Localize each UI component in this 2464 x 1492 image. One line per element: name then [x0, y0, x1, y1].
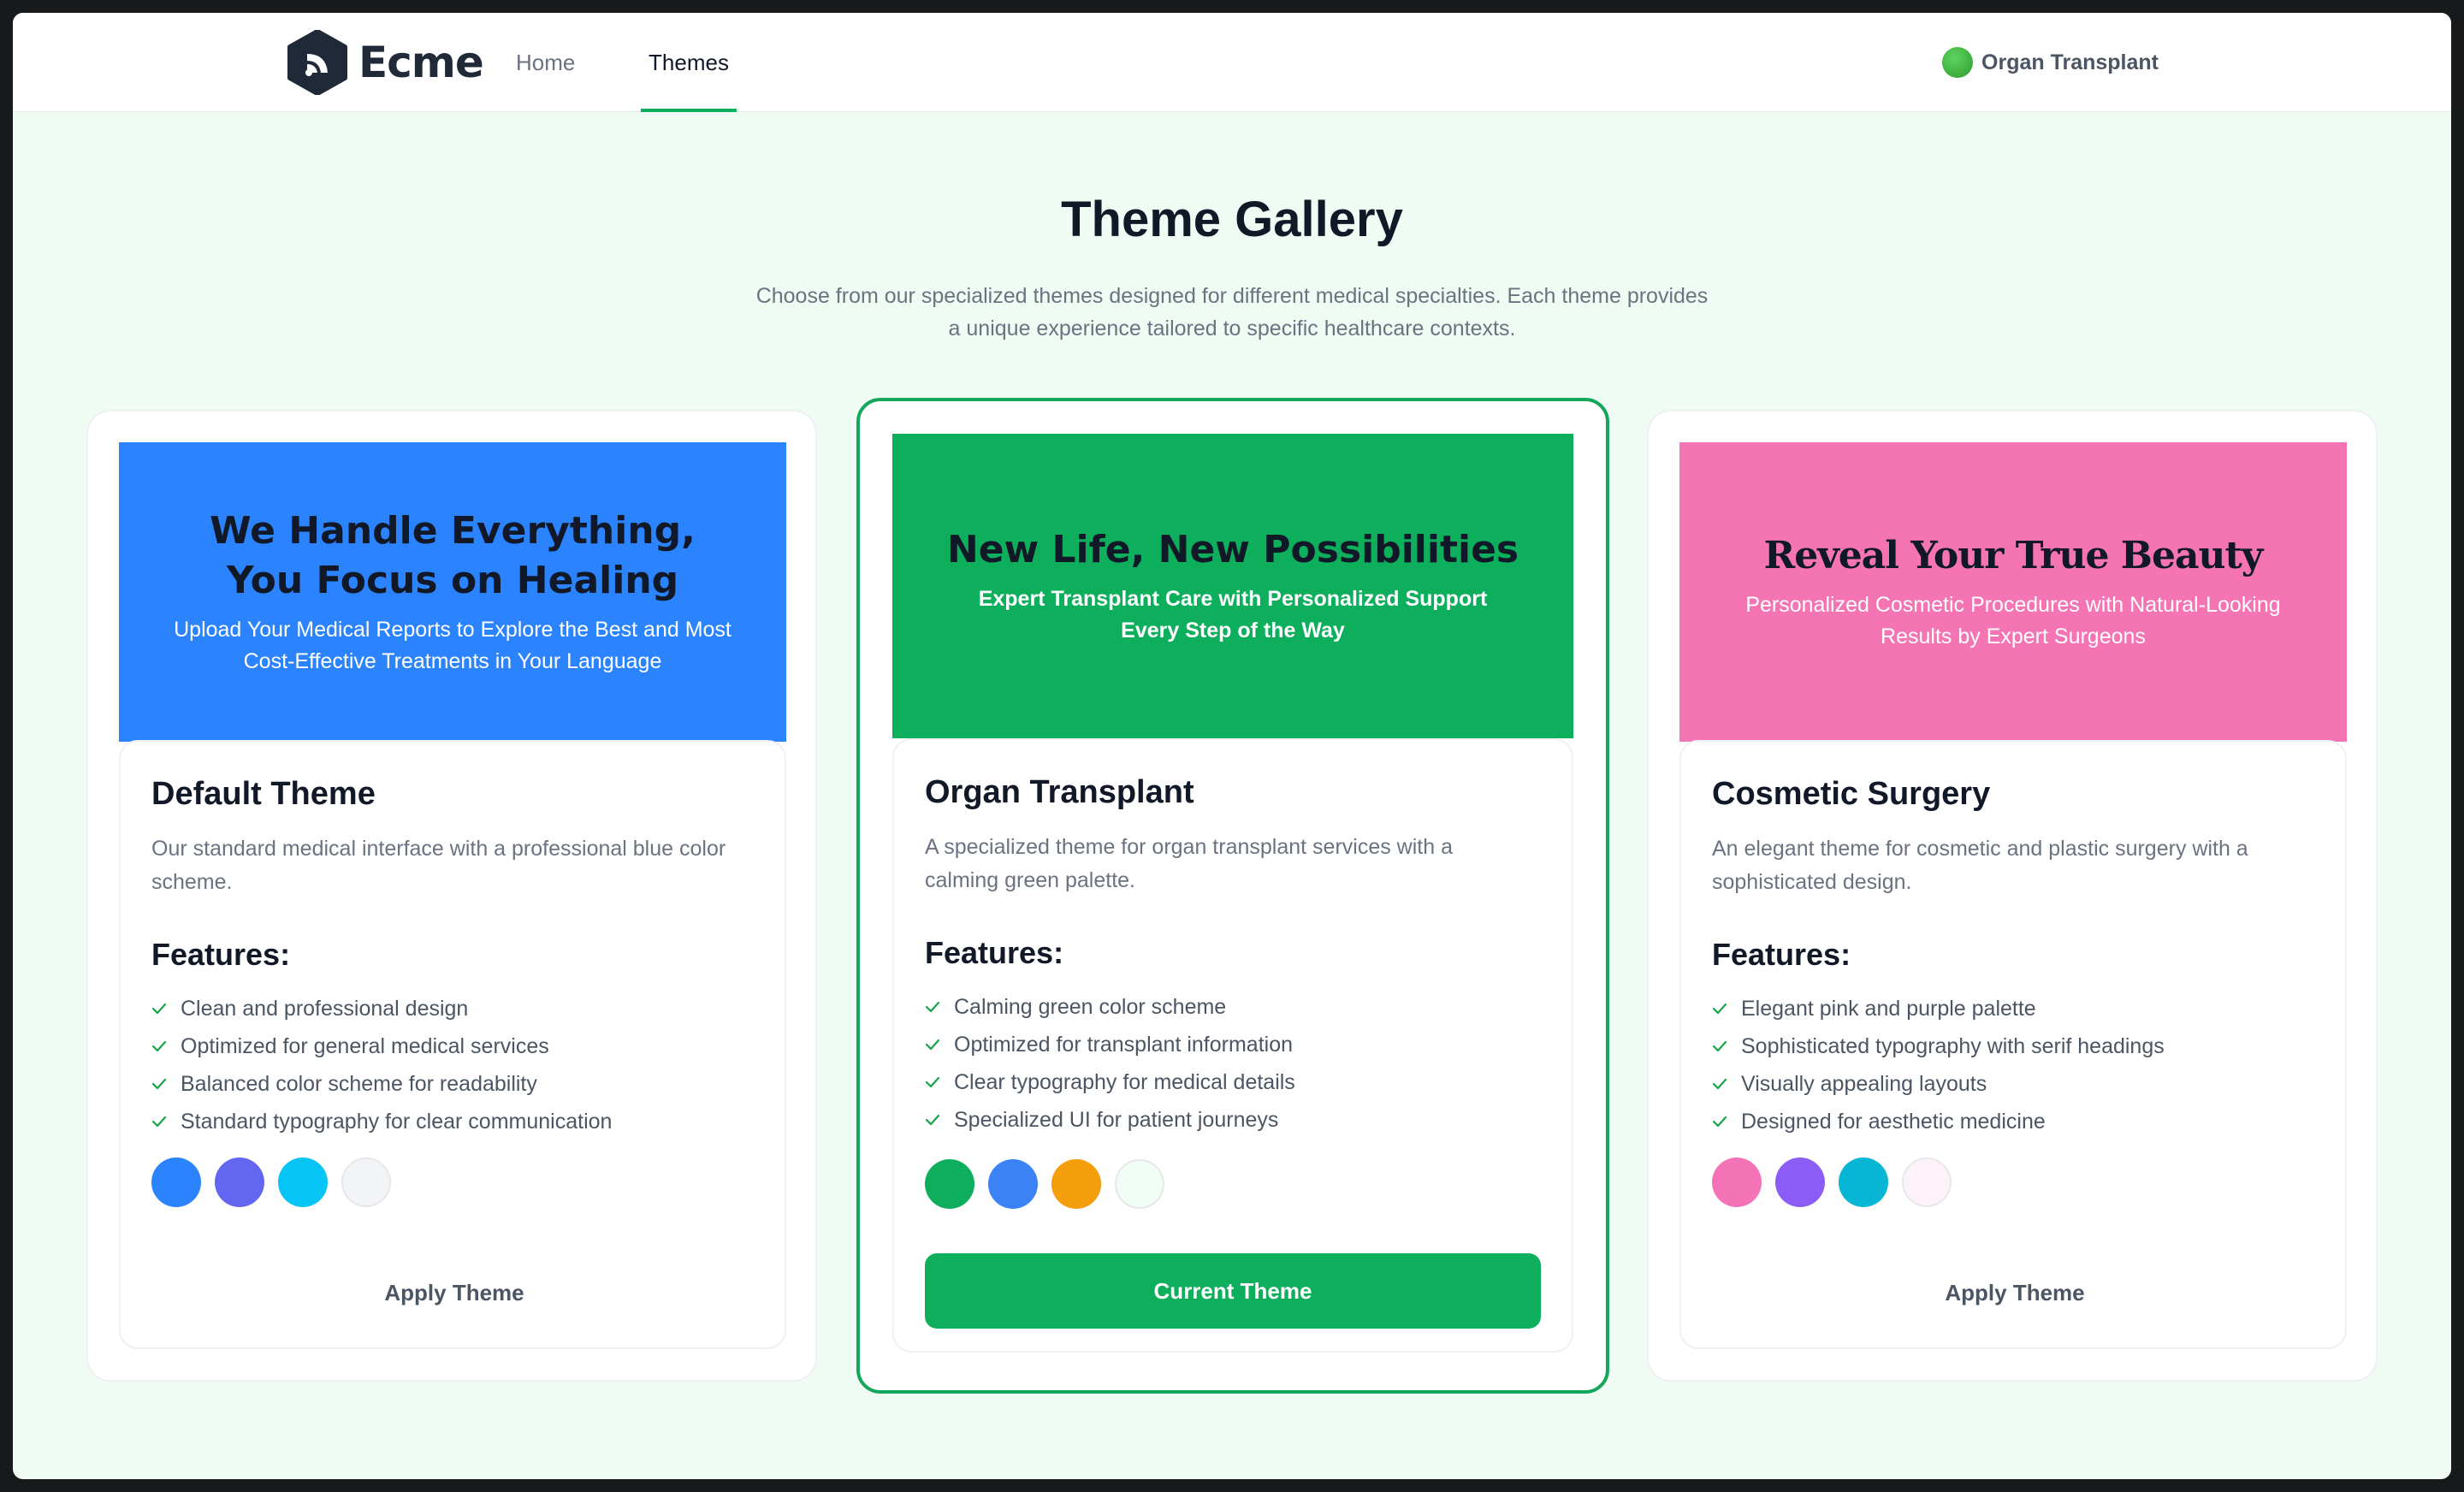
top-navbar: Ecme Home Themes Organ Transplant — [13, 13, 2451, 112]
feature-item: Specialized UI for patient journeys — [925, 1101, 1295, 1139]
active-tab-indicator — [641, 109, 737, 112]
theme-description: Our standard medical interface with a pr… — [151, 837, 726, 894]
feature-text: Specialized UI for patient journeys — [954, 1107, 1279, 1132]
apply-theme-button[interactable]: Apply Theme — [151, 1255, 757, 1330]
theme-name: Cosmetic Surgery — [1712, 776, 1991, 812]
check-icon — [1712, 1078, 1727, 1090]
feature-text: Elegant pink and purple palette — [1741, 996, 2036, 1021]
brand-logo[interactable]: Ecme — [287, 30, 484, 95]
feature-text: Visually appealing layouts — [1741, 1071, 1987, 1096]
feature-item: Sophisticated typography with serif head… — [1712, 1027, 2165, 1065]
theme-name: Organ Transplant — [925, 774, 1194, 810]
feature-text: Clear typography for medical details — [954, 1069, 1295, 1094]
active-theme-label: Organ Transplant — [1981, 50, 2159, 74]
brand-name: Ecme — [358, 38, 484, 87]
theme-card-organ-transplant: New Life, New Possibilities Expert Trans… — [856, 398, 1609, 1394]
features-heading: Features: — [1712, 937, 1851, 972]
feature-text: Sophisticated typography with serif head… — [1741, 1033, 2165, 1058]
check-icon — [151, 1003, 167, 1015]
page-subtitle-line-1: Choose from our specialized themes desig… — [755, 284, 1709, 308]
theme-description: A specialized theme for organ transplant… — [925, 835, 1453, 892]
color-palette — [1712, 1157, 1952, 1207]
feature-list: Elegant pink and purple palette Sophisti… — [1712, 990, 2165, 1140]
check-icon — [151, 1116, 167, 1128]
feature-item: Designed for aesthetic medicine — [1712, 1103, 2165, 1140]
color-swatch — [1775, 1157, 1825, 1207]
theme-preview-banner: Reveal Your True Beauty Personalized Cos… — [1679, 442, 2347, 742]
feature-item: Clear typography for medical details — [925, 1063, 1295, 1101]
check-icon — [1712, 1116, 1727, 1128]
feature-list: Clean and professional design Optimized … — [151, 990, 612, 1140]
color-swatch — [1712, 1157, 1762, 1207]
green-dot-icon — [1942, 47, 1974, 78]
feature-text: Designed for aesthetic medicine — [1741, 1109, 2046, 1134]
color-swatch — [278, 1157, 328, 1207]
active-theme-indicator[interactable]: Organ Transplant — [1942, 13, 2159, 112]
features-heading: Features: — [925, 935, 1064, 970]
current-theme-button[interactable]: Current Theme — [925, 1253, 1541, 1329]
theme-card-default: We Handle Everything, You Focus on Heali… — [86, 410, 817, 1382]
page-title: Theme Gallery — [1061, 192, 1403, 247]
feature-item: Balanced color scheme for readability — [151, 1065, 612, 1103]
color-swatch — [1902, 1157, 1952, 1207]
color-swatch — [1115, 1159, 1164, 1209]
logo-icon — [287, 30, 347, 95]
feature-item: Elegant pink and purple palette — [1712, 990, 2165, 1027]
nav-themes-link[interactable]: Themes — [641, 13, 737, 112]
feature-text: Optimized for general medical services — [181, 1033, 549, 1058]
feature-text: Optimized for transplant information — [954, 1032, 1294, 1057]
page-subtitle-line-2: a unique experience tailored to specific… — [948, 317, 1516, 340]
preview-heading: New Life, New Possibilities — [946, 528, 1519, 571]
color-swatch — [215, 1157, 264, 1207]
feature-item: Visually appealing layouts — [1712, 1065, 2165, 1103]
preview-heading: We Handle Everything, You Focus on Heali… — [210, 509, 696, 602]
page-subtitle: Choose from our specialized themes desig… — [697, 280, 1767, 345]
app-window: Ecme Home Themes Organ Transplant Theme … — [13, 13, 2451, 1479]
check-icon — [925, 1001, 940, 1013]
preview-heading: Reveal Your True Beauty — [1763, 534, 2264, 577]
apply-theme-button[interactable]: Apply Theme — [1712, 1255, 2318, 1330]
check-icon — [151, 1040, 167, 1052]
check-icon — [1712, 1003, 1727, 1015]
feature-text: Clean and professional design — [181, 996, 469, 1021]
nav-home-link[interactable]: Home — [516, 13, 575, 112]
theme-preview-banner: New Life, New Possibilities Expert Trans… — [892, 434, 1573, 738]
color-swatch — [1051, 1159, 1101, 1209]
feature-item: Clean and professional design — [151, 990, 612, 1027]
color-palette — [925, 1159, 1164, 1209]
theme-details: Default Theme Our standard medical inter… — [119, 740, 786, 1349]
nav-themes-label: Themes — [649, 50, 729, 75]
feature-item: Standard typography for clear communicat… — [151, 1103, 612, 1140]
color-palette — [151, 1157, 391, 1207]
theme-details: Cosmetic Surgery An elegant theme for co… — [1679, 740, 2347, 1349]
feature-list: Calming green color scheme Optimized for… — [925, 988, 1295, 1139]
theme-details: Organ Transplant A specialized theme for… — [892, 738, 1573, 1353]
features-heading: Features: — [151, 937, 291, 972]
feature-text: Calming green color scheme — [954, 994, 1227, 1019]
color-swatch — [341, 1157, 391, 1207]
color-swatch — [151, 1157, 201, 1207]
theme-card-cosmetic-surgery: Reveal Your True Beauty Personalized Cos… — [1647, 410, 2378, 1382]
theme-description: An elegant theme for cosmetic and plasti… — [1712, 837, 2248, 894]
color-swatch — [925, 1159, 974, 1209]
theme-preview-banner: We Handle Everything, You Focus on Heali… — [119, 442, 786, 742]
color-swatch — [988, 1159, 1038, 1209]
feature-text: Balanced color scheme for readability — [181, 1071, 537, 1096]
check-icon — [151, 1078, 167, 1090]
theme-name: Default Theme — [151, 776, 376, 812]
check-icon — [925, 1076, 940, 1088]
check-icon — [1712, 1040, 1727, 1052]
feature-text: Standard typography for clear communicat… — [181, 1109, 613, 1134]
feature-item: Calming green color scheme — [925, 988, 1295, 1026]
preview-subheading: Personalized Cosmetic Procedures with Na… — [1745, 593, 2281, 648]
feature-item: Optimized for general medical services — [151, 1027, 612, 1065]
check-icon — [925, 1114, 940, 1126]
preview-subheading: Upload Your Medical Reports to Explore t… — [174, 618, 732, 673]
feature-item: Optimized for transplant information — [925, 1026, 1295, 1063]
color-swatch — [1839, 1157, 1888, 1207]
check-icon — [925, 1039, 940, 1051]
preview-subheading: Expert Transplant Care with Personalized… — [978, 587, 1488, 642]
